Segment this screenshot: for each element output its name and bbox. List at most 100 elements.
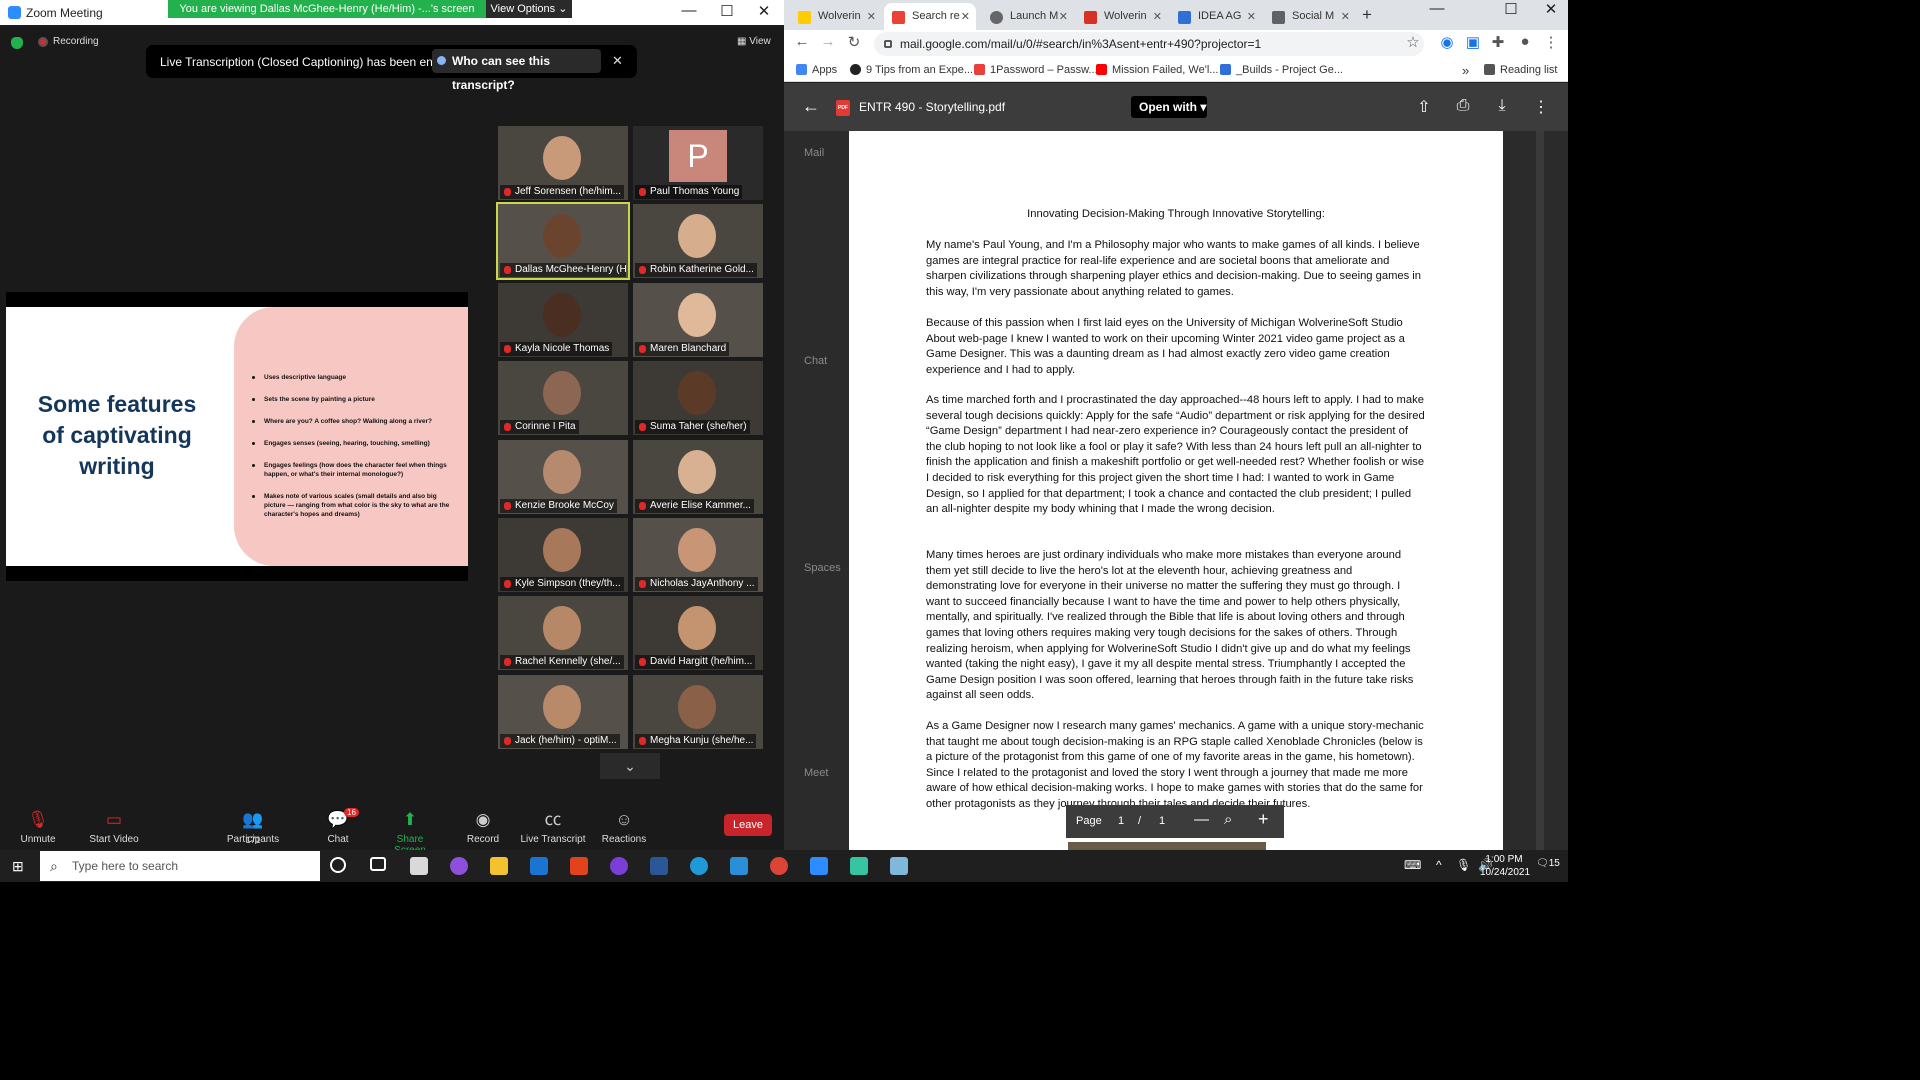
tab-idea[interactable]: IDEA AG ✕	[1170, 3, 1262, 30]
slack-icon[interactable]	[850, 857, 868, 875]
edge-icon[interactable]	[690, 857, 708, 875]
participant-tile[interactable]: Nicholas JayAnthony ...	[633, 518, 763, 592]
unmute-button[interactable]: 🎙 Unmute	[18, 810, 58, 845]
mail-icon[interactable]	[530, 857, 548, 875]
zoom-in-icon[interactable]: +	[1258, 809, 1269, 830]
bookmark-item[interactable]: 9 Tips from an Expe...	[850, 64, 973, 76]
record-button[interactable]: ◉ Record	[466, 810, 500, 845]
app-icon[interactable]	[450, 857, 468, 875]
participant-tile[interactable]: Suma Taher (she/her)	[633, 361, 763, 436]
word-icon[interactable]	[650, 857, 668, 875]
bookmark-item[interactable]: Mission Failed, We'l...	[1096, 64, 1218, 76]
scrollbar[interactable]	[1536, 131, 1544, 850]
forward-icon[interactable]: →	[817, 33, 839, 50]
profile-avatar[interactable]: ●	[1514, 33, 1536, 50]
bookmark-item[interactable]: _Builds - Project Ge...	[1220, 64, 1343, 76]
back-arrow-icon[interactable]: ←	[802, 96, 820, 117]
leave-button[interactable]: Leave	[724, 814, 772, 836]
who-can-see-button[interactable]: Who can see this transcript?	[432, 49, 601, 92]
keyboard-icon[interactable]: ⌨	[1404, 858, 1421, 872]
participant-tile[interactable]: P Paul Thomas Young	[633, 126, 763, 200]
tab-close-icon[interactable]: ✕	[1247, 10, 1256, 23]
file-explorer-icon[interactable]	[490, 857, 508, 875]
reload-icon[interactable]: ↻	[843, 33, 865, 51]
tray-chevron-icon[interactable]: ^	[1436, 858, 1442, 872]
bookmark-item[interactable]: 1Password – Passw...	[974, 64, 1098, 76]
store-icon[interactable]	[410, 857, 428, 875]
participants-button[interactable]: 👥171 Participants	[224, 810, 282, 845]
view-label: View	[749, 36, 771, 47]
cortana-icon[interactable]	[330, 857, 346, 873]
extension-icon[interactable]: ▣	[1462, 33, 1484, 51]
close-icon[interactable]: ✕	[1536, 0, 1566, 18]
minimize-icon[interactable]: —	[1422, 0, 1452, 17]
page-current[interactable]: 1	[1118, 815, 1124, 827]
participant-tile[interactable]: Robin Katherine Gold...	[633, 204, 763, 279]
taskbar-search[interactable]: ⌕ Type here to search	[40, 851, 320, 881]
tab-launch[interactable]: Launch M ✕	[982, 3, 1074, 30]
tab-close-icon[interactable]: ✕	[961, 10, 970, 23]
tab-close-icon[interactable]: ✕	[1341, 10, 1350, 23]
task-view-icon[interactable]	[370, 857, 386, 871]
more-options-icon[interactable]: ⋮	[1530, 97, 1552, 117]
participant-tile[interactable]: Kenzie Brooke McCoy	[498, 439, 628, 514]
windows-start-icon[interactable]: ⊞	[12, 859, 26, 873]
gallery-scroll-down-button[interactable]: ⌄	[600, 753, 660, 779]
participant-tile[interactable]: Corinne I Pita	[498, 361, 628, 436]
back-icon[interactable]: ←	[791, 33, 813, 50]
participant-tile[interactable]: Rachel Kennelly (she/...	[498, 596, 628, 671]
office-icon[interactable]	[570, 857, 588, 875]
zoom-reset-icon[interactable]: ⌕	[1224, 811, 1232, 828]
notification-center-icon[interactable]: 🗨15	[1536, 858, 1560, 869]
view-options-button[interactable]: View Options ⌄	[486, 0, 572, 18]
messenger-icon[interactable]	[610, 857, 628, 875]
menu-icon[interactable]: ⋮	[1540, 33, 1562, 51]
participant-tile[interactable]: Kayla Nicole Thomas	[498, 282, 628, 357]
reactions-button[interactable]: ☺ Reactions	[600, 810, 648, 845]
bookmark-star-icon[interactable]: ☆	[1402, 33, 1424, 51]
participant-tile[interactable]: Averie Elise Kammer...	[633, 439, 763, 514]
view-button[interactable]: ▦ View	[737, 36, 771, 47]
live-transcript-button[interactable]: ㏄ Live Transcript	[520, 810, 586, 845]
participant-tile[interactable]: Jeff Sorensen (he/him...	[498, 126, 628, 200]
participant-tile[interactable]: Jack (he/him) - optiM...	[498, 674, 628, 749]
tab-close-icon[interactable]: ✕	[867, 10, 876, 23]
taskbar-clock[interactable]: 1:00 PM 10/24/2021	[1480, 853, 1530, 879]
extension-icon[interactable]: ◉	[1436, 33, 1458, 51]
microphone-icon[interactable]: 🎙	[1456, 858, 1471, 872]
zoom-out-icon[interactable]: —	[1194, 811, 1209, 828]
participant-tile[interactable]: Kyle Simpson (they/th...	[498, 518, 628, 592]
tab-close-icon[interactable]: ✕	[1059, 10, 1068, 23]
tab-search[interactable]: Search re ✕	[884, 3, 976, 30]
close-icon[interactable]: ✕	[749, 2, 779, 20]
start-video-button[interactable]: ▭ Start Video	[86, 810, 142, 845]
participant-tile[interactable]: Maren Blanchard	[633, 282, 763, 357]
address-bar[interactable]: mail.google.com/mail/u/0/#search/in%3Ase…	[874, 32, 1424, 56]
bookmark-apps[interactable]: Apps	[796, 64, 837, 76]
new-tab-icon[interactable]: +	[1362, 5, 1372, 25]
chrome-icon[interactable]	[770, 857, 788, 875]
print-icon[interactable]: ⎙	[1452, 97, 1474, 115]
download-icon[interactable]: ⤓	[1491, 97, 1513, 115]
tab-wolverine-1[interactable]: Wolverin ✕	[790, 3, 882, 30]
vscode-icon[interactable]	[730, 857, 748, 875]
minimize-icon[interactable]: —	[674, 2, 704, 19]
maximize-icon[interactable]: ☐	[712, 2, 742, 20]
tab-social[interactable]: Social M ✕	[1264, 3, 1356, 30]
puzzle-icon[interactable]: ✚	[1487, 33, 1509, 51]
participant-tile[interactable]: Dallas McGhee-Henry (H...	[496, 202, 630, 281]
security-shield-icon[interactable]	[11, 37, 23, 49]
participant-tile[interactable]: Megha Kunju (she/he...	[633, 674, 763, 749]
more-bookmarks-icon[interactable]: »	[1462, 63, 1469, 78]
app-icon[interactable]	[890, 857, 908, 875]
participant-tile[interactable]: David Hargitt (he/him...	[633, 596, 763, 671]
add-to-drive-icon[interactable]: ⇧	[1413, 97, 1435, 117]
reading-list[interactable]: Reading list	[1484, 64, 1557, 76]
maximize-icon[interactable]: ☐	[1496, 0, 1526, 18]
tab-close-icon[interactable]: ✕	[1153, 10, 1162, 23]
tab-wolverine-2[interactable]: Wolverin ✕	[1076, 3, 1168, 30]
chat-button[interactable]: 💬 16 Chat	[322, 808, 359, 845]
zoom-icon[interactable]	[810, 857, 828, 875]
open-with-button[interactable]: Open with ▾	[1131, 96, 1207, 118]
close-icon[interactable]: ✕	[612, 53, 623, 69]
